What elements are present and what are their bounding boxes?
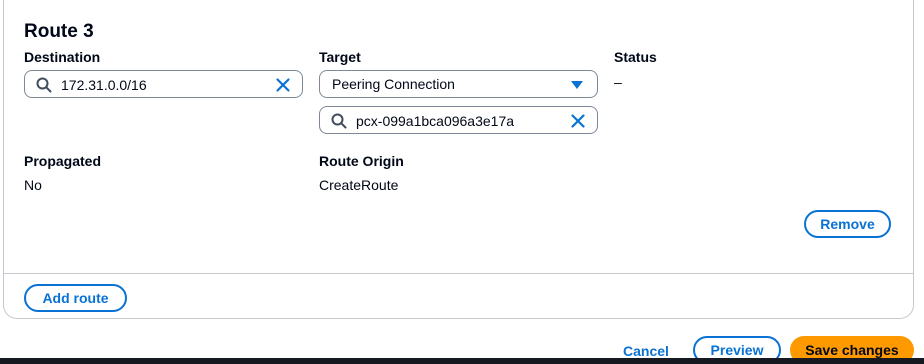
cancel-button[interactable]: Cancel <box>623 343 669 359</box>
caret-down-icon <box>571 81 583 89</box>
target-label: Target <box>319 49 361 65</box>
route-card <box>3 0 914 319</box>
search-icon <box>36 77 52 93</box>
route-origin-label: Route Origin <box>319 153 404 169</box>
close-icon[interactable] <box>275 77 291 93</box>
close-icon[interactable] <box>570 113 586 129</box>
remove-route-button[interactable]: Remove <box>804 210 891 238</box>
route-origin-value: CreateRoute <box>319 177 399 193</box>
target-search-field[interactable] <box>319 106 598 134</box>
status-label: Status <box>614 49 657 65</box>
target-selected-value: Peering Connection <box>332 76 455 92</box>
propagated-label: Propagated <box>24 153 102 169</box>
destination-field[interactable] <box>24 70 303 98</box>
add-route-button[interactable]: Add route <box>24 284 127 312</box>
propagated-value: No <box>24 177 42 193</box>
divider <box>4 273 914 274</box>
destination-input[interactable] <box>61 76 261 94</box>
destination-label: Destination <box>24 49 101 65</box>
status-value: – <box>614 74 622 90</box>
target-search-input[interactable] <box>356 112 556 130</box>
bottom-bar <box>0 358 924 364</box>
search-icon <box>331 113 347 129</box>
target-select[interactable]: Peering Connection <box>319 70 598 98</box>
route-title: Route 3 <box>24 21 94 42</box>
